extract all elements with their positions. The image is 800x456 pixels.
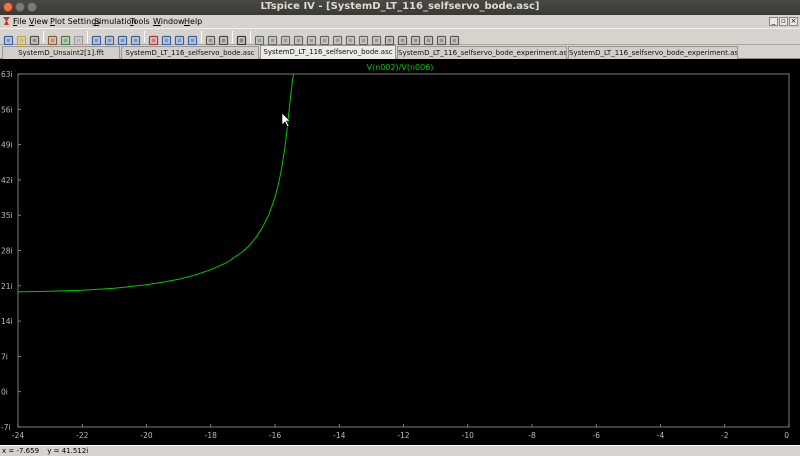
print-icon[interactable] — [218, 31, 229, 46]
x-tick-label: -12 — [397, 431, 409, 440]
tab-0[interactable]: SystemD_Unsaint2[1].fft — [2, 46, 120, 59]
tab-3[interactable]: SystemD_LT_116_selfservo_bode_experiment… — [397, 46, 567, 59]
x-tick-label: -18 — [205, 431, 217, 440]
menu-tools[interactable]: Tools — [130, 17, 150, 26]
y-tick-label: 42i — [1, 176, 13, 185]
x-tick-label: -16 — [269, 431, 281, 440]
text-icon[interactable] — [436, 31, 447, 46]
x-tick-label: -10 — [462, 431, 474, 440]
x-tick-label: -24 — [12, 431, 24, 440]
x-tick-label: -22 — [76, 431, 88, 440]
document-tabs: SystemD_Unsaint2[1].fft SystemD_LT_116_s… — [0, 45, 800, 59]
status-bar: x = -7.659 y = 41.512i — [0, 445, 800, 456]
trace-line[interactable] — [17, 73, 295, 293]
ground-icon[interactable] — [267, 31, 278, 46]
tab-4[interactable]: SystemD_LT_116_selfservo_bode_experiment… — [568, 46, 738, 59]
zoom-in-icon[interactable] — [91, 31, 102, 46]
rotate-icon[interactable] — [410, 31, 421, 46]
undo-icon[interactable] — [384, 31, 395, 46]
cascade-icon[interactable] — [187, 31, 198, 46]
capacitor-icon[interactable] — [306, 31, 317, 46]
x-tick-label: -20 — [140, 431, 152, 440]
component-icon[interactable] — [345, 31, 356, 46]
control-panel-icon[interactable] — [47, 31, 58, 46]
cursor-y-readout: y = 41.512i — [47, 447, 89, 455]
y-tick-label: 63i — [1, 70, 13, 79]
x-tick-label: -4 — [657, 431, 665, 440]
save-icon[interactable] — [29, 31, 40, 46]
x-tick-label: -14 — [333, 431, 345, 440]
zoom-fit-icon[interactable] — [130, 31, 141, 46]
zoom-pan-icon[interactable] — [104, 31, 115, 46]
new-schematic-icon[interactable] — [3, 31, 14, 46]
x-tick-label: 0 — [784, 431, 789, 440]
ltspice-window: LTspice IV - [SystemD_LT_116_selfservo_b… — [0, 0, 800, 456]
menu-view[interactable]: View — [29, 17, 48, 26]
mirror-icon[interactable] — [423, 31, 434, 46]
autorange-icon[interactable] — [148, 31, 159, 46]
halt-icon[interactable] — [73, 31, 84, 46]
y-tick-label: 56i — [1, 105, 13, 114]
diode-icon[interactable] — [332, 31, 343, 46]
y-tick-label: 21i — [1, 282, 13, 291]
tile-horizontal-icon[interactable] — [161, 31, 172, 46]
y-tick-label: 7i — [1, 352, 8, 361]
y-tick-label: 0i — [1, 388, 8, 397]
find-icon[interactable] — [236, 31, 247, 46]
y-tick-label: 49i — [1, 141, 13, 150]
menu-help[interactable]: Help — [184, 17, 202, 26]
toolbar — [0, 28, 800, 46]
y-tick-label: -7i — [1, 423, 11, 432]
tab-1[interactable]: SystemD_LT_116_selfservo_bode.asc — [121, 46, 259, 59]
open-icon[interactable] — [16, 31, 27, 46]
redo-icon[interactable] — [397, 31, 408, 46]
x-tick-label: -8 — [528, 431, 536, 440]
menu-plot-settings[interactable]: Plot Settings — [50, 17, 100, 26]
move-icon[interactable] — [358, 31, 369, 46]
y-tick-label: 35i — [1, 211, 13, 220]
toolbar-separator — [87, 31, 88, 43]
resistor-icon[interactable] — [293, 31, 304, 46]
toolbar-separator — [144, 31, 145, 43]
menu-window[interactable]: Window — [153, 17, 185, 26]
toolbar-separator — [201, 31, 202, 43]
mdi-window-controls: _ ▫ × — [768, 16, 798, 26]
close-window-icon[interactable] — [205, 31, 216, 46]
drag-icon[interactable] — [371, 31, 382, 46]
y-tick-label: 28i — [1, 247, 13, 256]
tile-vertical-icon[interactable] — [174, 31, 185, 46]
y-tick-label: 14i — [1, 317, 13, 326]
toolbar-separator — [43, 31, 44, 43]
mdi-close-icon[interactable]: × — [789, 17, 798, 26]
trace-label[interactable]: V(n002)/V(n006) — [367, 63, 434, 72]
plot-svg: V(n002)/V(n006) 63i 56i 49i 42i 35i 28i 21i 14i… — [1, 63, 790, 440]
window-title: LTspice IV - [SystemD_LT_116_selfservo_b… — [260, 1, 540, 12]
mdi-restore-icon[interactable]: ▫ — [779, 17, 788, 26]
tab-2[interactable]: SystemD_LT_116_selfservo_bode.asc — [260, 45, 396, 59]
cursor-x-readout: x = -7.659 — [2, 447, 40, 455]
waveform-plot[interactable]: V(n002)/V(n006) 63i 56i 49i 42i 35i 28i 21i 14i… — [0, 59, 800, 445]
zoom-out-icon[interactable] — [117, 31, 128, 46]
mdi-minimize-icon[interactable]: _ — [769, 17, 778, 26]
inductor-icon[interactable] — [319, 31, 330, 46]
plot-frame — [17, 73, 790, 428]
wire-icon[interactable] — [254, 31, 265, 46]
x-tick-label: -2 — [721, 431, 729, 440]
menu-file[interactable]: File — [13, 17, 26, 26]
x-tick-label: -6 — [593, 431, 601, 440]
spice-directive-icon[interactable] — [449, 31, 460, 46]
menu-bar: File View Plot Settings Simulation Tools… — [0, 15, 800, 28]
title-bar: LTspice IV - [SystemD_LT_116_selfservo_b… — [0, 0, 800, 15]
toolbar-separator — [250, 31, 251, 43]
ltspice-app-icon — [3, 17, 10, 25]
run-icon[interactable] — [60, 31, 71, 46]
toolbar-separator — [232, 31, 233, 43]
label-icon[interactable] — [280, 31, 291, 46]
